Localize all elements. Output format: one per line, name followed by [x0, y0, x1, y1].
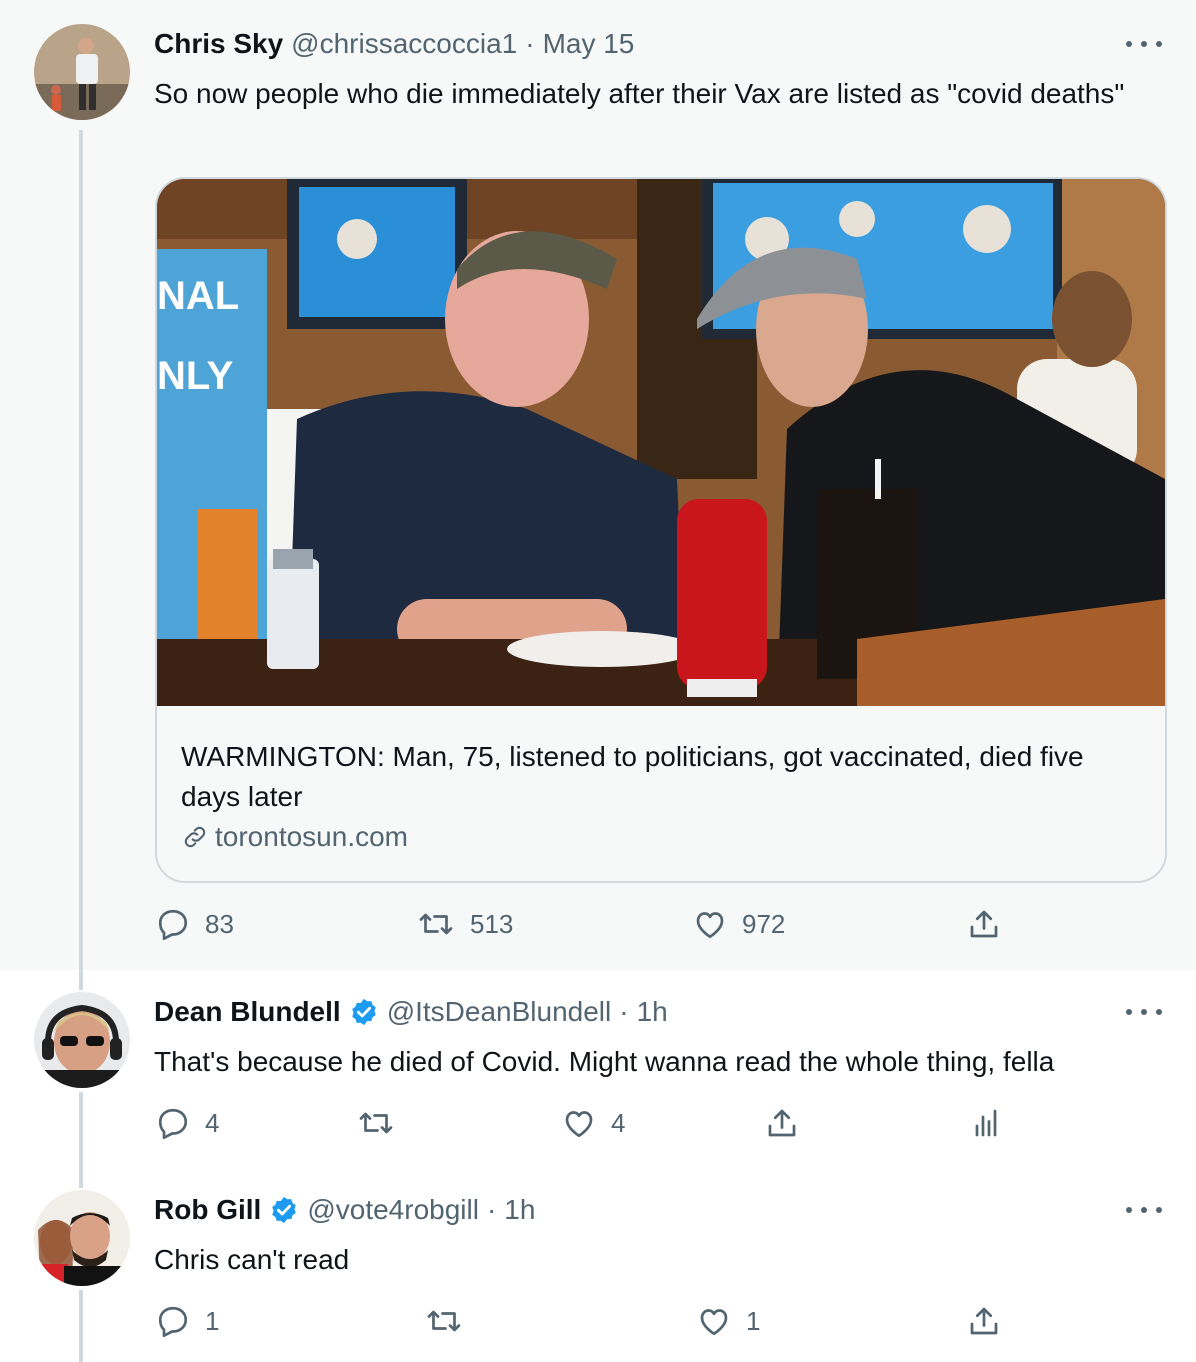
tweet-actions: 83 513 972 — [0, 906, 1196, 946]
analytics-icon — [975, 1109, 997, 1137]
avatar-dean-blundell[interactable] — [34, 992, 130, 1088]
share-icon — [768, 1109, 796, 1137]
reply-actions: 1 1 — [0, 1303, 1196, 1343]
thread-line — [79, 130, 83, 970]
tweet-text: So now people who die immediately after … — [154, 78, 1125, 109]
author-handle[interactable]: @vote4robgill — [307, 1194, 479, 1226]
retweet-button[interactable] — [356, 1105, 410, 1141]
retweet-icon — [427, 1310, 461, 1332]
thread-line — [79, 970, 83, 990]
tweet-date[interactable]: May 15 — [543, 28, 635, 60]
avatar-chris-sky[interactable] — [34, 24, 130, 120]
like-button[interactable]: 1 — [696, 1303, 760, 1339]
heart-icon — [700, 1309, 728, 1336]
share-icon — [970, 1307, 998, 1335]
thread-line — [79, 1170, 83, 1188]
like-button[interactable]: 4 — [561, 1105, 625, 1141]
reply-header: Rob Gill @vote4robgill · 1h — [154, 1194, 535, 1226]
reply-time[interactable]: 1h — [504, 1194, 535, 1226]
card-title[interactable]: WARMINGTON: Man, 75, listened to politic… — [181, 737, 1141, 817]
reply-button[interactable]: 83 — [155, 906, 234, 942]
author-name[interactable]: Rob Gill — [154, 1194, 261, 1226]
retweet-icon — [359, 1112, 393, 1134]
analytics-button[interactable] — [968, 1105, 1004, 1141]
svg-text:NLY: NLY — [157, 354, 234, 398]
reply-actions: 4 4 — [0, 1105, 1196, 1145]
like-count: 4 — [611, 1107, 626, 1138]
reply-button[interactable]: 4 — [155, 1105, 219, 1141]
reply-tweet[interactable]: Dean Blundell @ItsDeanBlundell · 1h That… — [0, 970, 1196, 1170]
main-tweet[interactable]: Chris Sky @chrissaccoccia1 · May 15 So n… — [0, 0, 1196, 970]
reply-time[interactable]: 1h — [637, 996, 668, 1028]
card-image: NAL NLY — [157, 179, 1165, 706]
share-button[interactable] — [966, 1303, 1002, 1339]
heart-icon — [696, 912, 724, 939]
separator: · — [619, 996, 629, 1027]
separator: · — [486, 1194, 497, 1225]
like-button[interactable]: 972 — [692, 906, 785, 942]
share-icon — [970, 910, 998, 938]
heart-icon — [565, 1111, 593, 1138]
share-button[interactable] — [764, 1105, 800, 1141]
like-count: 972 — [742, 908, 786, 939]
author-name[interactable]: Chris Sky — [154, 28, 283, 60]
svg-text:NAL: NAL — [157, 274, 239, 318]
avatar-rob-gill[interactable] — [34, 1190, 130, 1286]
like-count: 1 — [746, 1305, 761, 1336]
card-domain-text: torontosun.com — [215, 821, 408, 852]
reply-icon — [158, 1108, 188, 1140]
author-handle[interactable]: @ItsDeanBlundell — [387, 996, 612, 1028]
link-card[interactable]: NAL NLY WARMINGTON: Man, 75, listened to… — [155, 177, 1167, 883]
tweet-header: Chris Sky @chrissaccoccia1 · May 15 — [154, 28, 634, 60]
reply-text: That's because he died of Covid. Might w… — [154, 1046, 1055, 1077]
reply-header: Dean Blundell @ItsDeanBlundell · 1h — [154, 996, 668, 1028]
reply-count: 4 — [205, 1107, 220, 1138]
verified-badge-icon — [351, 998, 376, 1026]
separator: · — [525, 28, 535, 59]
reply-icon — [158, 1306, 188, 1338]
reply-icon — [158, 909, 188, 941]
share-button[interactable] — [966, 906, 1002, 942]
more-icon[interactable] — [1126, 1002, 1162, 1022]
retweet-count: 513 — [470, 908, 514, 939]
reply-count: 83 — [205, 908, 234, 939]
reply-tweet[interactable]: Rob Gill @vote4robgill · 1h Chris can't … — [0, 1170, 1196, 1362]
link-icon — [184, 826, 206, 848]
reply-button[interactable]: 1 — [155, 1303, 219, 1339]
retweet-icon — [419, 913, 453, 935]
reply-count: 1 — [205, 1305, 220, 1336]
reply-text: Chris can't read — [154, 1244, 350, 1275]
verified-badge-icon — [272, 1196, 297, 1224]
more-icon[interactable] — [1126, 34, 1162, 54]
retweet-button[interactable] — [424, 1303, 478, 1339]
retweet-button[interactable]: 513 — [416, 906, 513, 942]
card-domain[interactable]: torontosun.com — [181, 821, 408, 853]
more-icon[interactable] — [1126, 1200, 1162, 1220]
author-name[interactable]: Dean Blundell — [154, 996, 341, 1028]
author-handle[interactable]: @chrissaccoccia1 — [291, 28, 517, 60]
